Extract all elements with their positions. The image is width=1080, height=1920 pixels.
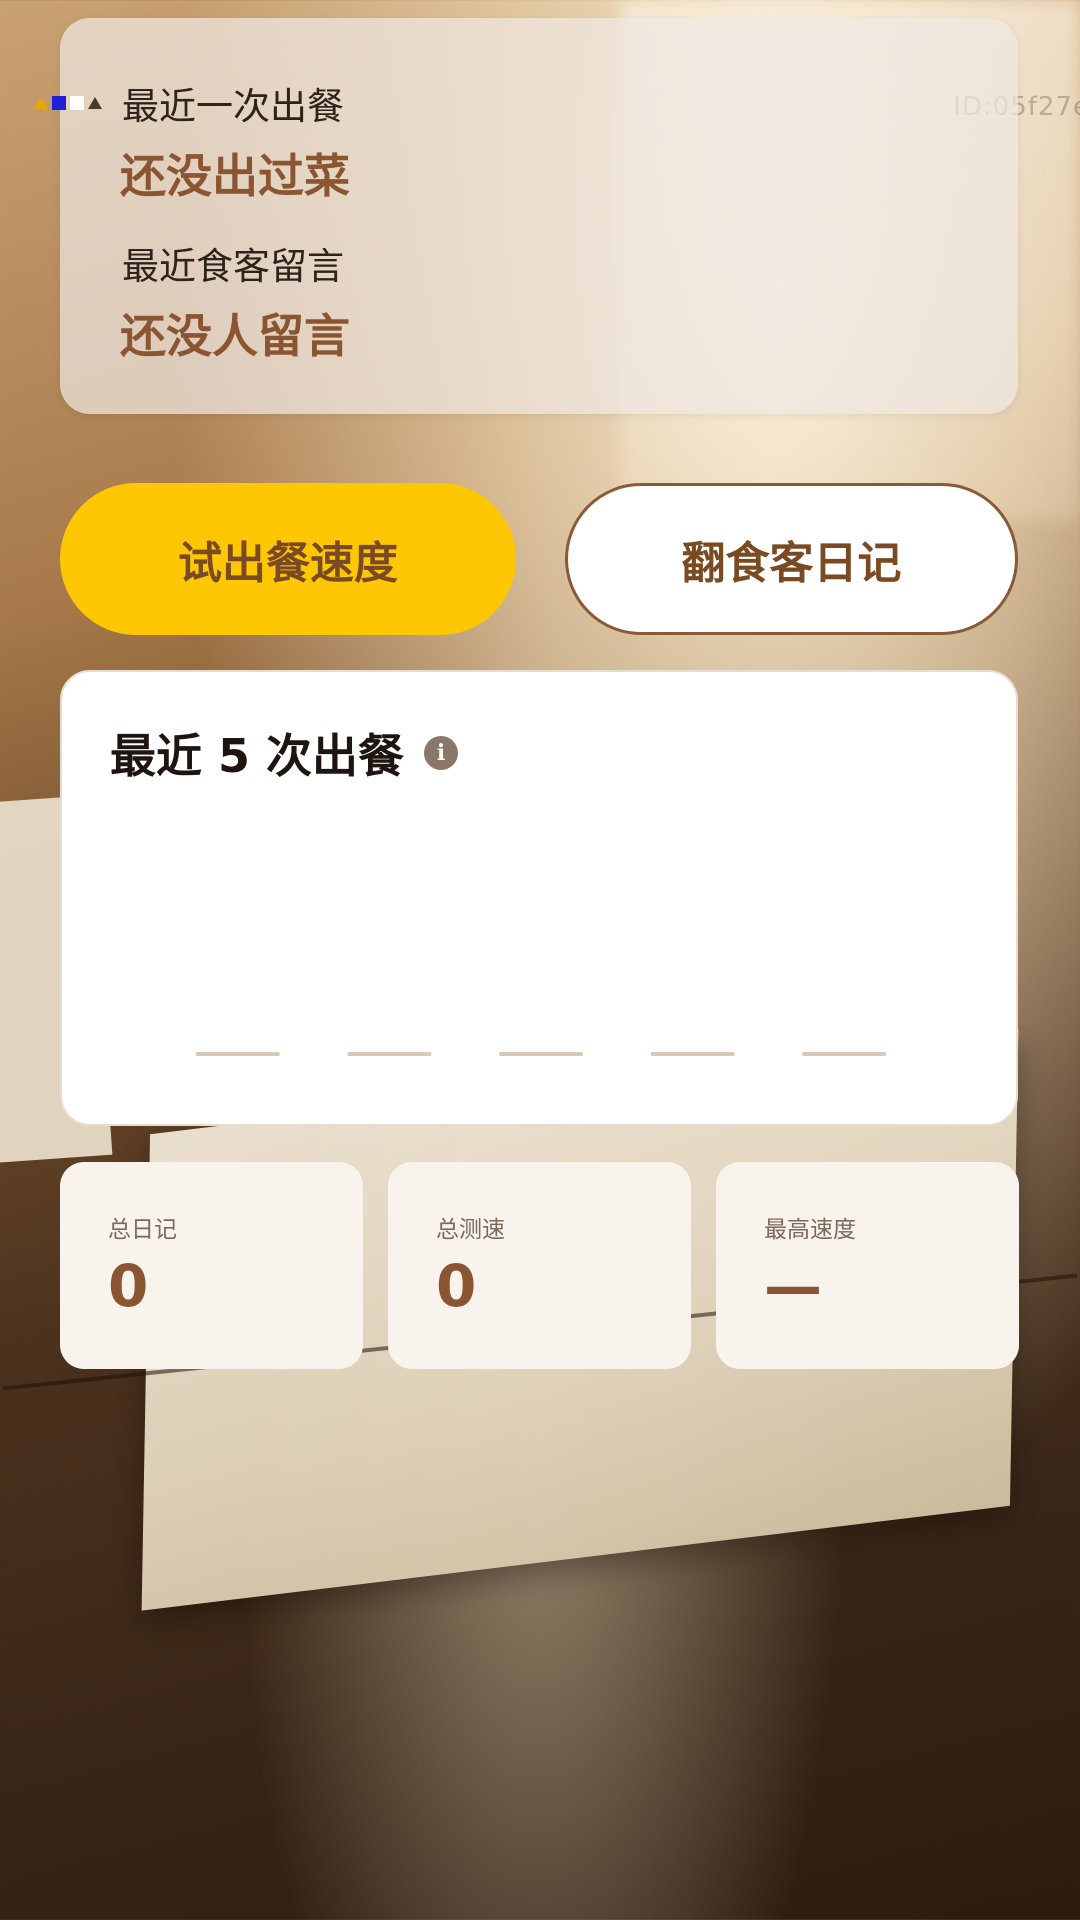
warning-triangle-icon bbox=[34, 97, 48, 109]
chart-bar-1 bbox=[195, 1052, 280, 1056]
stat-value-total-diary: 0 bbox=[108, 1252, 149, 1320]
white-square-icon bbox=[70, 96, 84, 110]
chart-bar-3 bbox=[499, 1052, 583, 1056]
blue-square-icon bbox=[52, 96, 66, 110]
browse-diner-diary-button[interactable]: 翻食客日记 bbox=[565, 483, 1018, 635]
latest-serve-label: 最近一次出餐 bbox=[122, 85, 344, 128]
recent-serves-chart bbox=[195, 1052, 887, 1056]
status-indicators bbox=[34, 96, 102, 110]
latest-summary-card: 最近一次出餐 还没出过菜 最近食客留言 还没人留言 bbox=[60, 18, 1018, 414]
stat-label-top-speed: 最高速度 bbox=[764, 1217, 856, 1243]
latest-serve-value: 还没出过菜 bbox=[120, 149, 350, 203]
stat-card-total-tests: 总测速 0 bbox=[388, 1162, 691, 1369]
latest-message-value: 还没人留言 bbox=[120, 309, 350, 363]
latest-message-label: 最近食客留言 bbox=[122, 245, 344, 288]
dark-triangle-icon bbox=[88, 97, 102, 109]
chart-bar-4 bbox=[650, 1052, 735, 1056]
stat-label-total-tests: 总测速 bbox=[436, 1217, 505, 1243]
stat-value-total-tests: 0 bbox=[436, 1252, 477, 1320]
test-serve-speed-button[interactable]: 试出餐速度 bbox=[60, 483, 516, 635]
recent-serves-chart-card: 最近 5 次出餐 i bbox=[60, 670, 1018, 1126]
chart-bar-5 bbox=[802, 1052, 887, 1056]
stat-label-total-diary: 总日记 bbox=[108, 1217, 177, 1243]
stat-value-top-speed: — bbox=[764, 1252, 822, 1320]
stat-card-top-speed: 最高速度 — bbox=[716, 1162, 1019, 1369]
stat-card-total-diary: 总日记 0 bbox=[60, 1162, 363, 1369]
chart-bar-2 bbox=[347, 1052, 432, 1056]
